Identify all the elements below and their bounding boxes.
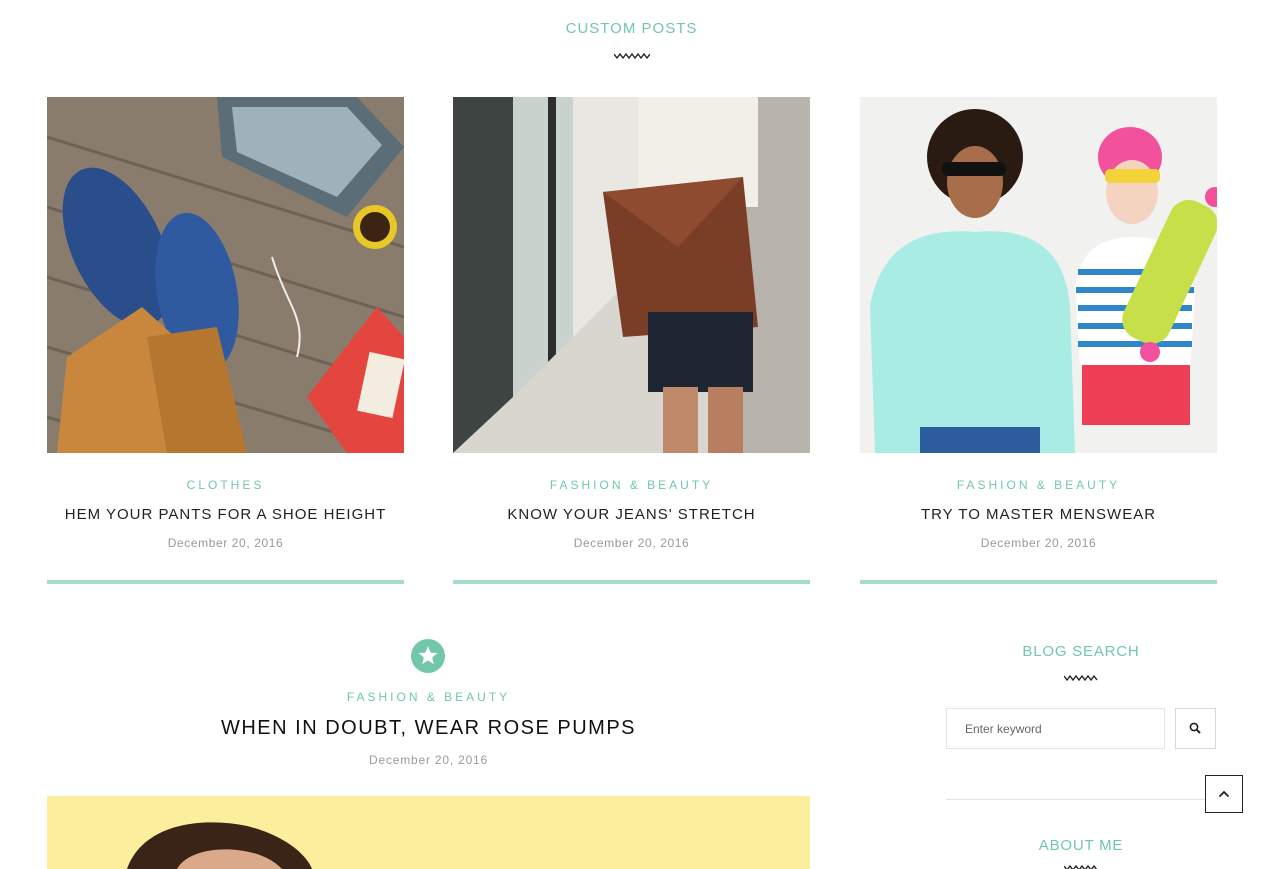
featured-post-date: December 20, 2016: [369, 753, 488, 767]
post-accent-bar: [453, 580, 810, 584]
about-me-title: ABOUT ME: [1038, 837, 1124, 854]
post-thumbnail[interactable]: [47, 97, 404, 453]
back-to-top-button[interactable]: [1205, 775, 1243, 813]
featured-image-photo: [47, 796, 810, 869]
post-title[interactable]: KNOW YOUR JEANS' STRETCH: [453, 506, 810, 523]
post-date: December 20, 2016: [980, 536, 1097, 550]
search-icon: [1189, 722, 1201, 734]
squiggle-divider: [614, 52, 650, 60]
post-title[interactable]: HEM YOUR PANTS FOR A SHOE HEIGHT: [47, 506, 404, 523]
squiggle-divider: [1064, 674, 1098, 682]
featured-post-category[interactable]: FASHION & BEAUTY: [47, 690, 810, 704]
post-date: December 20, 2016: [167, 536, 284, 550]
featured-badge: [411, 639, 445, 673]
search-input[interactable]: [946, 708, 1165, 749]
post-accent-bar: [860, 580, 1217, 584]
post-date: December 20, 2016: [573, 536, 690, 550]
custom-posts-title: CUSTOM POSTS: [565, 20, 698, 37]
chevron-up-icon: [1218, 790, 1230, 798]
post-accent-bar: [47, 580, 404, 584]
post-thumbnail[interactable]: [453, 97, 810, 453]
post-image-shoes-laptop: [47, 97, 404, 453]
post-title[interactable]: TRY TO MASTER MENSWEAR: [860, 506, 1217, 523]
post-thumbnail[interactable]: [860, 97, 1217, 453]
post-image-leather-folder: [453, 97, 810, 453]
featured-post-image[interactable]: [47, 796, 810, 869]
post-category[interactable]: FASHION & BEAUTY: [860, 478, 1217, 492]
sidebar-divider: [946, 799, 1216, 800]
squiggle-divider: [1064, 864, 1098, 869]
post-category[interactable]: FASHION & BEAUTY: [453, 478, 810, 492]
post-card: CLOTHES HEM YOUR PANTS FOR A SHOE HEIGHT…: [47, 97, 404, 584]
search-button[interactable]: [1175, 708, 1216, 749]
post-card: FASHION & BEAUTY KNOW YOUR JEANS' STRETC…: [453, 97, 810, 584]
blog-search-title: BLOG SEARCH: [1022, 643, 1140, 660]
star-icon: [418, 646, 438, 665]
post-category[interactable]: CLOTHES: [47, 478, 404, 492]
featured-post-title[interactable]: WHEN IN DOUBT, WEAR ROSE PUMPS: [47, 717, 810, 740]
post-image-couple: [860, 97, 1217, 453]
post-card: FASHION & BEAUTY TRY TO MASTER MENSWEAR …: [860, 97, 1217, 584]
